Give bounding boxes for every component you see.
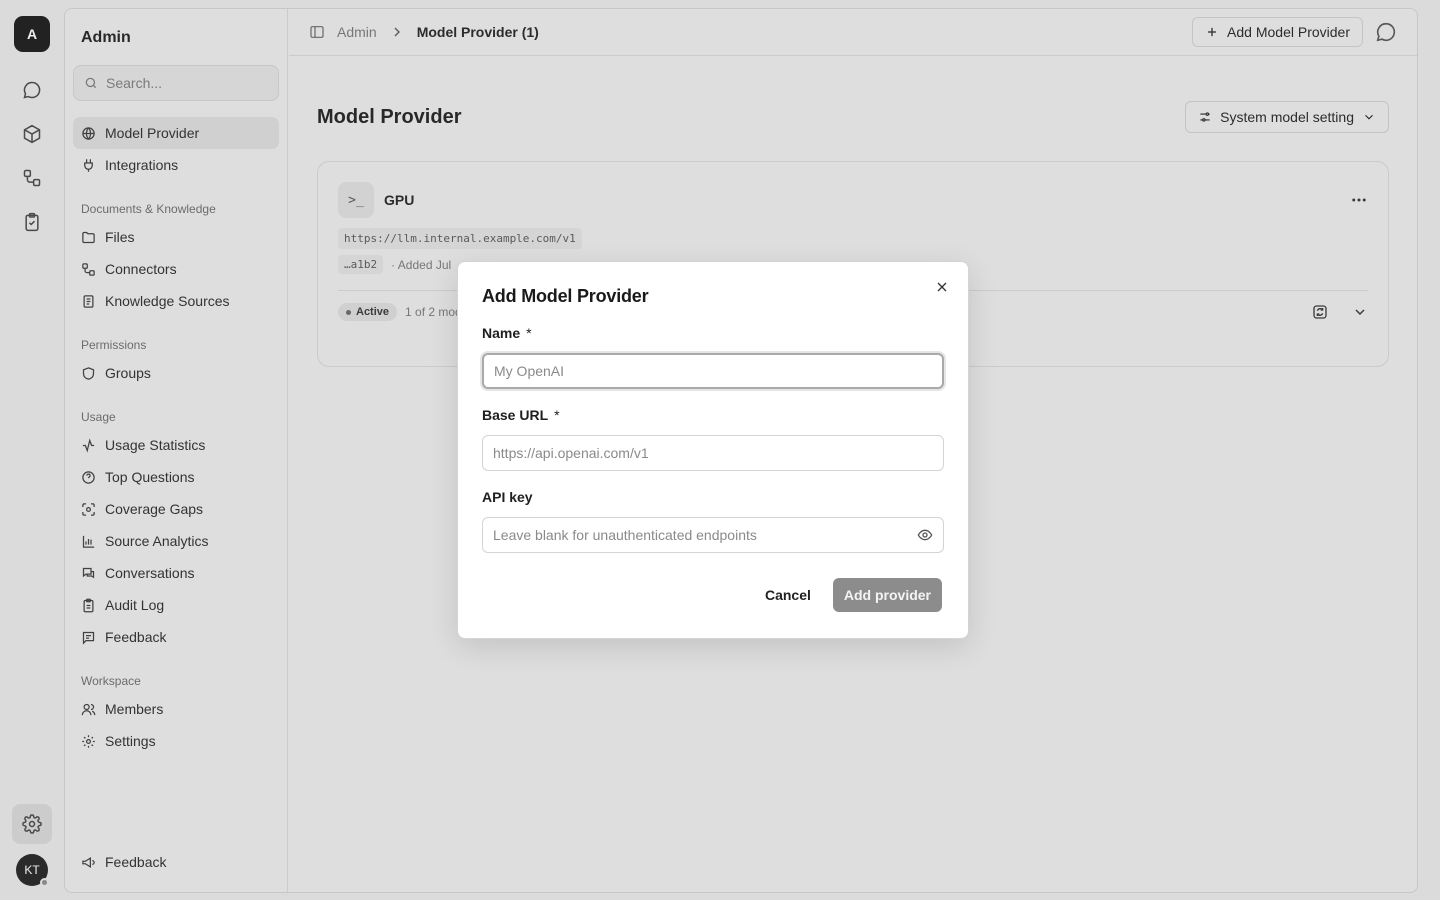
base-url-field[interactable]: https://api.openai.com/v1 bbox=[482, 435, 944, 471]
close-icon[interactable] bbox=[934, 279, 950, 295]
base-url-placeholder: https://api.openai.com/v1 bbox=[493, 445, 649, 461]
eye-icon[interactable] bbox=[917, 527, 933, 543]
required-mark: * bbox=[526, 325, 532, 341]
name-field[interactable]: My OpenAI bbox=[482, 353, 944, 389]
dialog-title: Add Model Provider bbox=[482, 286, 649, 306]
api-key-label-text: API key bbox=[482, 489, 533, 505]
api-key-placeholder: Leave blank for unauthenticated endpoint… bbox=[493, 527, 757, 543]
base-url-label-text: Base URL bbox=[482, 407, 549, 423]
add-model-provider-dialog: Add Model Provider Name * My OpenAI Base … bbox=[457, 261, 969, 639]
api-key-field[interactable]: Leave blank for unauthenticated endpoint… bbox=[482, 517, 944, 553]
name-label: Name * bbox=[482, 325, 944, 341]
api-key-label: API key bbox=[482, 489, 944, 505]
name-label-text: Name bbox=[482, 325, 521, 341]
base-url-label: Base URL * bbox=[482, 407, 944, 423]
name-placeholder: My OpenAI bbox=[494, 363, 565, 379]
cancel-button[interactable]: Cancel bbox=[755, 578, 821, 612]
add-provider-button[interactable]: Add provider bbox=[832, 578, 942, 612]
required-mark: * bbox=[554, 407, 560, 423]
